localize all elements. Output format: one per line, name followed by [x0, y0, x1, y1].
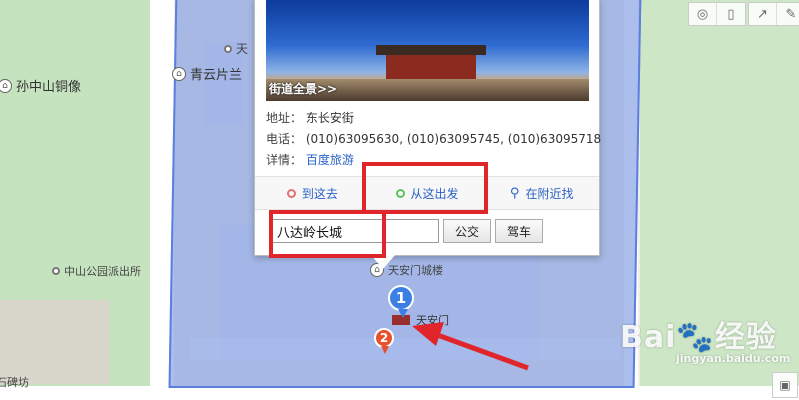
block-strip — [190, 338, 620, 360]
marker-1[interactable]: 1 — [388, 285, 414, 318]
poi-dot-icon — [224, 44, 232, 53]
detail-label: 详情： — [266, 153, 303, 167]
address-label: 地址： — [266, 111, 303, 125]
watermark-site: jingyan.baidu.com — [676, 352, 791, 365]
temple-icon: ⌂ — [0, 78, 12, 93]
search-icon: ⚲ — [509, 185, 520, 201]
map-corner-button[interactable]: ▣ — [772, 372, 798, 398]
poi-zhongshan-police[interactable]: 中山公园派出所 — [52, 263, 141, 279]
traffic-icon[interactable]: ▯ — [717, 3, 745, 25]
gate-image — [376, 45, 486, 81]
baidu-travel-link[interactable]: 百度旅游 — [306, 153, 354, 167]
nearby-search-button[interactable]: ⚲ 在附近找 — [484, 177, 599, 209]
marker-2[interactable]: 2 — [374, 328, 394, 354]
baidu-jingyan-watermark: Bai🐾经验 jingyan.baidu.com — [620, 312, 790, 365]
address-row: 地址： 东长安街 — [266, 109, 354, 126]
phone-row: 电话： (010)63095630, (010)63095745, (010)6… — [266, 130, 601, 147]
destination-dot-icon — [286, 188, 296, 198]
map-canvas[interactable]: ⌂ 孙中山铜像 ⌂ 青云片兰 天 中山公园派出所 ⌂ 天安门城楼 天安门 石碑坊… — [0, 0, 799, 400]
address-value: 东长安街 — [305, 111, 354, 125]
watermark-brand: Bai🐾经验 — [620, 320, 777, 355]
road-horizontal-bottom — [0, 386, 799, 400]
bus-button[interactable]: 公交 — [443, 219, 491, 243]
target-icon[interactable]: ◎ — [689, 3, 717, 25]
street-view-photo[interactable]: 街道全景>> — [266, 0, 589, 101]
annotation-box-from-here — [362, 162, 488, 214]
phone-label: 电话： — [266, 132, 303, 146]
share-icon[interactable]: ↗ — [749, 3, 777, 25]
drive-button[interactable]: 驾车 — [495, 219, 543, 243]
poi-qingyunpian[interactable]: ⌂ 青云片兰 — [172, 64, 242, 83]
phone-value: (010)63095630, (010)63095745, (010)63095… — [305, 132, 602, 146]
map-tools-left: ◎ ▯ — [688, 2, 746, 26]
park-bottom-left — [0, 300, 110, 384]
annotation-box-input — [269, 210, 386, 258]
goto-button[interactable]: 到这去 — [255, 177, 370, 209]
map-tools-right: ↗ ✎ — [748, 2, 799, 26]
detail-row: 详情： 百度旅游 — [266, 151, 354, 168]
poi-tian-top[interactable]: 天 — [224, 40, 248, 57]
street-view-link[interactable]: 街道全景>> — [269, 80, 337, 97]
temple-icon: ⌂ — [172, 66, 186, 81]
poi-sun-yatsen-statue[interactable]: ⌂ 孙中山铜像 — [0, 76, 81, 95]
poi-stone-archway[interactable]: 石碑坊 — [0, 374, 29, 390]
ruler-icon[interactable]: ✎ — [777, 3, 799, 25]
poi-dot-icon — [52, 267, 60, 275]
